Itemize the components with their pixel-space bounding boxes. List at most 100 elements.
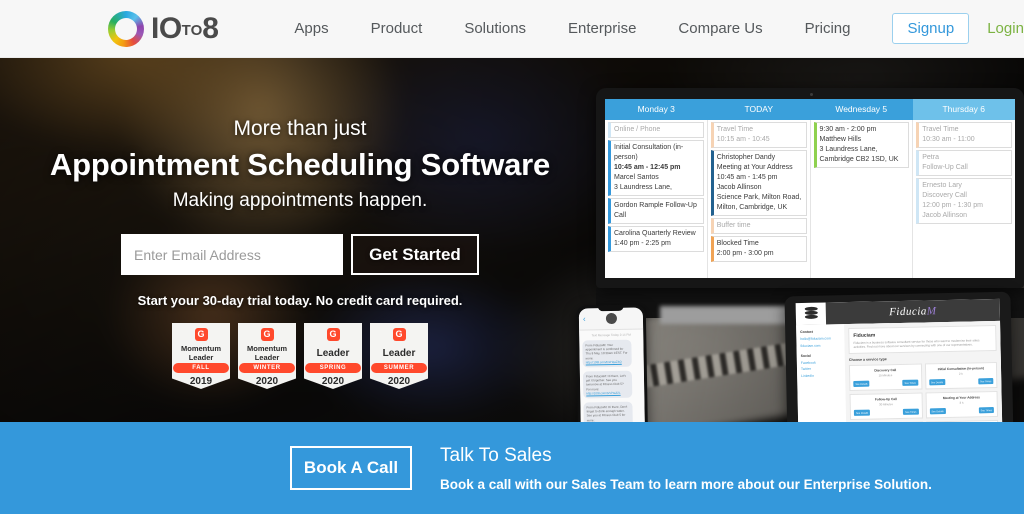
see-details-button[interactable]: See Details <box>853 380 870 387</box>
event-person: Marcel Santos <box>614 174 659 181</box>
nav-item-pricing[interactable]: Pricing <box>805 20 851 37</box>
social-link-twitter[interactable]: Twitter <box>801 366 841 372</box>
g2-icon: G <box>260 328 274 341</box>
see-times-button[interactable]: See Times <box>977 378 994 385</box>
award-badges: G Momentum Leader FALL 2019 G Momentum L… <box>0 323 600 389</box>
event-place: 3 Laundress Lane, Cambridge CB2 1SD, UK <box>819 146 899 163</box>
badge-title: Momentum Leader <box>247 344 287 362</box>
brand-name-last: M <box>926 305 937 318</box>
calendar-column-today: Travel Time 10:15 am - 10:45 Christopher… <box>708 120 811 278</box>
see-times-button[interactable]: See Times <box>978 407 994 414</box>
booking-main: Fiduciam Fiduciam is a business software… <box>844 320 1003 422</box>
service-actions: See Details See Times <box>928 378 994 386</box>
event-time: 12:00 pm - 1:30 pm <box>922 202 983 209</box>
logo-text-to: TO <box>181 21 203 39</box>
page-title: Appointment Scheduling Software <box>49 147 551 182</box>
hero-content: More than just Appointment Scheduling So… <box>0 58 600 422</box>
brand-name: FiduciaM <box>826 304 1000 320</box>
nav-item-apps[interactable]: Apps <box>294 20 328 37</box>
service-actions: See Details See Times <box>929 407 994 415</box>
award-badge: G Momentum Leader FALL 2019 <box>172 323 230 389</box>
email-field[interactable] <box>121 234 343 275</box>
calendar-event[interactable]: 9:30 am - 2:00 pm Matthew Hills 3 Laundr… <box>813 122 910 168</box>
fiduciam-logo <box>795 302 827 326</box>
calendar-event[interactable]: Gordon Rample Follow-Up Call <box>608 198 704 224</box>
hero-subhead: Making appointments happen. <box>172 190 428 211</box>
contact-email-link[interactable]: hello@fiduciam.com <box>800 336 840 342</box>
calendar-event[interactable]: Initial Consultation (in-person) 10:45 a… <box>608 140 704 196</box>
badge-season: FALL <box>173 363 229 373</box>
badge-year: 2020 <box>255 376 279 387</box>
landing-page: IOTO8 Apps Product Solutions Enterprise … <box>0 0 1024 514</box>
calendar-event[interactable]: Carolina Quarterly Review 1:40 pm - 2:25… <box>608 226 704 252</box>
signup-button[interactable]: Signup <box>892 13 970 44</box>
nav-item-solutions[interactable]: Solutions <box>464 20 526 37</box>
see-details-button[interactable]: See Details <box>928 379 946 386</box>
see-times-button[interactable]: See Times <box>903 408 919 415</box>
g2-icon: G <box>326 328 340 341</box>
social-link-facebook[interactable]: Facebook <box>801 360 841 366</box>
cta-title: Talk To Sales <box>440 445 552 466</box>
service-card[interactable]: Follow-Up Call 30 Minutes See Details Se… <box>849 392 923 421</box>
see-details-button[interactable]: See Details <box>929 408 946 415</box>
event-subtitle: Discovery Call <box>922 192 967 199</box>
calendar-event[interactable]: Buffer time <box>710 218 807 234</box>
g2-icon: G <box>392 328 406 341</box>
desktop-monitor: Monday 3 TODAY Wednesday 5 Thursday 6 On… <box>596 88 1024 288</box>
logo-ring-icon <box>108 10 144 47</box>
cta-text-block: Talk To Sales Book a call with our Sales… <box>440 444 932 492</box>
award-badge: G Leader SPRING 2020 <box>304 323 362 389</box>
cta-subtitle: Book a call with our Sales Team to learn… <box>440 477 932 492</box>
nav-item-compare-us[interactable]: Compare Us <box>678 20 762 37</box>
sales-cta-bar: Book A Call Talk To Sales Book a call wi… <box>0 422 1024 514</box>
event-place: Science Park, Milton Road, Milton, Cambr… <box>716 194 802 211</box>
get-started-button[interactable]: Get Started <box>351 234 479 275</box>
event-title: Online / Phone <box>614 126 661 133</box>
calendar-day-header: Monday 3 TODAY Wednesday 5 Thursday 6 <box>605 99 1015 120</box>
calendar-event[interactable]: Blocked Time 2:00 pm - 3:00 pm <box>710 236 807 262</box>
calendar-event[interactable]: Ernesto Lary Discovery Call 12:00 pm - 1… <box>916 178 1012 224</box>
social-link-linkedin[interactable]: LinkedIn <box>801 373 841 379</box>
calendar-day-wednesday[interactable]: Wednesday 5 <box>810 99 913 120</box>
login-link[interactable]: Login <box>987 20 1024 37</box>
calendar-day-today[interactable]: TODAY <box>708 99 811 120</box>
nav-item-enterprise[interactable]: Enterprise <box>568 20 636 37</box>
service-card[interactable]: Meeting at Your Address 3 h See Details … <box>925 390 999 419</box>
book-a-call-button[interactable]: Book A Call <box>290 446 412 490</box>
calendar-event[interactable]: Travel Time 10:30 am - 11:00 <box>916 122 1012 148</box>
signup-form: Get Started <box>0 234 600 275</box>
badge-year: 2020 <box>387 376 411 387</box>
service-duration: 2 h <box>958 371 963 376</box>
service-actions: See Details See Times <box>853 379 918 387</box>
event-place: 3 Laundress Lane, <box>614 184 672 191</box>
nav-item-product[interactable]: Product <box>371 20 423 37</box>
calendar-app-screen: Monday 3 TODAY Wednesday 5 Thursday 6 On… <box>605 99 1015 278</box>
event-title: Blocked Time <box>716 240 759 247</box>
badge-title: Leader <box>316 347 350 359</box>
calendar-event[interactable]: Travel Time 10:15 am - 10:45 <box>710 122 807 148</box>
event-time: 10:15 am - 10:45 <box>716 136 770 143</box>
company-intro-card: Fiduciam Fiduciam is a business software… <box>848 324 997 355</box>
calendar-day-monday[interactable]: Monday 3 <box>605 99 708 120</box>
calendar-day-thursday[interactable]: Thursday 6 <box>912 99 1015 120</box>
hero-kicker: More than just <box>233 117 367 140</box>
badge-season: SUMMER <box>371 363 427 373</box>
booking-sidebar: Contact hello@fiduciam.com fiduciam.com … <box>796 324 846 422</box>
event-title: Initial Consultation (in-person) <box>614 144 684 161</box>
contact-website-link[interactable]: fiduciam.com <box>800 343 840 349</box>
service-card[interactable]: Discovery Call 15 Minutes See Details Se… <box>848 363 922 392</box>
event-title: Travel Time <box>922 126 959 133</box>
service-card[interactable]: Initial Consultation (in-person) 2 h See… <box>924 361 998 390</box>
calendar-event[interactable]: Petra Follow-Up Call <box>916 150 1012 176</box>
calendar-event[interactable]: Christopher Dandy Meeting at Your Addres… <box>710 150 807 216</box>
phone-notch <box>597 304 624 312</box>
event-person: Jacob Allinson <box>922 212 968 219</box>
calendar-event[interactable]: Online / Phone <box>608 122 704 138</box>
event-person: Matthew Hills <box>819 136 862 143</box>
see-details-button[interactable]: See Details <box>853 409 871 416</box>
service-duration: 15 Minutes <box>878 373 893 378</box>
logo[interactable]: IOTO8 <box>108 10 219 47</box>
social-heading: Social <box>800 353 811 358</box>
see-times-button[interactable]: See Times <box>902 379 918 386</box>
event-time: 1:40 pm - 2:25 pm <box>614 240 671 247</box>
